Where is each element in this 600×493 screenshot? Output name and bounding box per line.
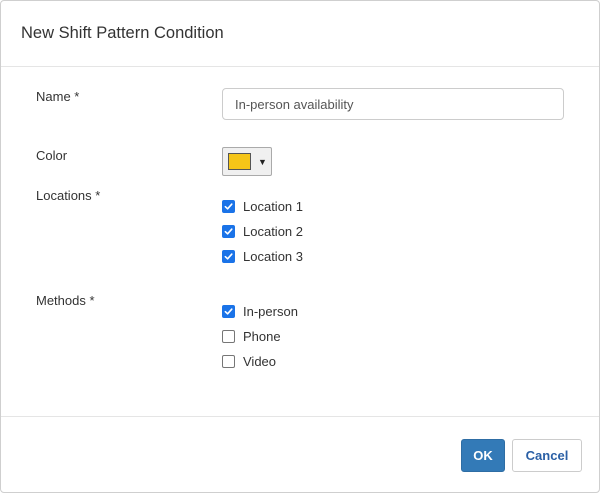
methods-label: Methods *: [36, 293, 95, 308]
caret-down-icon: ▼: [258, 156, 267, 167]
method-video-checkbox[interactable]: [222, 355, 235, 368]
dialog: New Shift Pattern Condition Name * Color…: [0, 0, 600, 493]
method-phone-label: Phone: [243, 329, 281, 344]
checkmark-icon: [224, 308, 233, 315]
location-1-checkbox[interactable]: [222, 200, 235, 213]
location-3-checkbox[interactable]: [222, 250, 235, 263]
method-option-in-person[interactable]: In-person: [222, 304, 298, 319]
location-option-1[interactable]: Location 1: [222, 199, 303, 214]
checkmark-icon: [224, 203, 233, 210]
color-label: Color: [36, 148, 68, 163]
method-option-video[interactable]: Video: [222, 354, 276, 369]
method-phone-checkbox[interactable]: [222, 330, 235, 343]
dialog-body: Name * Color ▼ Locations * Location 1 Lo…: [1, 67, 599, 415]
location-option-2[interactable]: Location 2: [222, 224, 303, 239]
dialog-footer: OK Cancel: [1, 416, 599, 492]
dialog-title: New Shift Pattern Condition: [21, 24, 224, 42]
location-1-label: Location 1: [243, 199, 303, 214]
method-option-phone[interactable]: Phone: [222, 329, 281, 344]
checkmark-icon: [224, 228, 233, 235]
method-video-label: Video: [243, 354, 277, 369]
locations-label: Locations *: [36, 188, 101, 203]
location-2-label: Location 2: [243, 224, 303, 239]
location-option-3[interactable]: Location 3: [222, 249, 303, 264]
checkmark-icon: [224, 253, 233, 260]
location-2-checkbox[interactable]: [222, 225, 235, 238]
color-picker[interactable]: ▼: [222, 147, 272, 176]
location-3-label: Location 3: [243, 249, 303, 264]
cancel-button[interactable]: Cancel: [512, 439, 582, 472]
dialog-header: New Shift Pattern Condition: [1, 1, 599, 67]
name-label: Name *: [36, 89, 80, 104]
color-swatch: [228, 153, 251, 170]
method-in-person-label: In-person: [243, 304, 298, 319]
method-in-person-checkbox[interactable]: [222, 305, 235, 318]
ok-button[interactable]: OK: [461, 439, 505, 472]
name-input[interactable]: [222, 88, 564, 120]
